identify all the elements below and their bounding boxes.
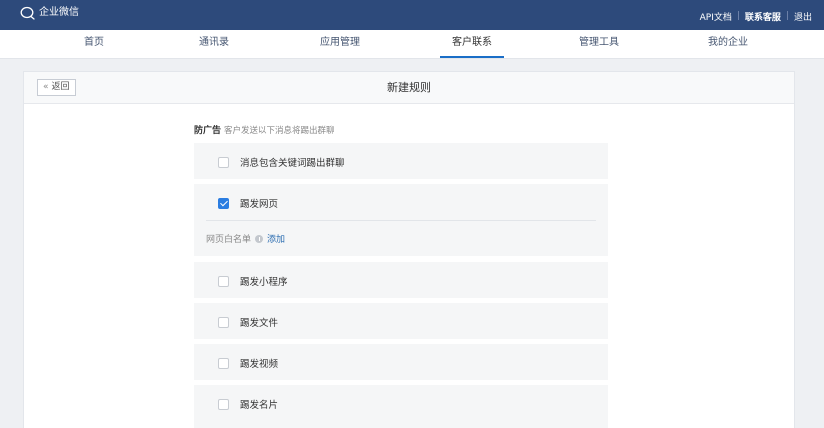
option-card-webpage: 踢发网页 网页白名单 添加 [194,184,608,256]
nav-item-my-enterprise[interactable]: 我的企业 [696,30,760,58]
option-label: 踢发名片 [240,400,279,411]
nav-item-app-management[interactable]: 应用管理 [308,30,372,58]
nav-item-management-tools[interactable]: 管理工具 [567,30,631,58]
option-webpage-kick[interactable]: 踢发网页 [218,196,278,210]
top-links: API文档 | 联系客服 | 退出 [700,10,812,23]
option-namecard-kick[interactable]: 踢发名片 [218,397,278,411]
namecard-kick-checkbox[interactable] [218,398,229,410]
miniprogram-kick-checkbox[interactable] [218,275,229,287]
main-nav: 首页 通讯录 应用管理 客户联系 管理工具 我的企业 [0,30,824,59]
option-card-file: 踢发文件 [194,303,608,339]
option-label: 踢发文件 [240,318,279,329]
option-card-miniprogram: 踢发小程序 [194,262,608,298]
keyword-kick-checkbox[interactable] [218,156,229,168]
option-label: 踢发网页 [240,199,279,210]
api-docs-link[interactable]: API文档 [700,10,732,23]
page-title: 新建规则 [387,81,431,94]
video-kick-checkbox[interactable] [218,357,229,369]
option-label: 消息包含关键词踢出群聊 [240,158,345,169]
brand-logo[interactable]: 企业微信 [20,6,79,20]
option-video-kick[interactable]: 踢发视频 [218,356,278,370]
nav-item-customer-contact[interactable]: 客户联系 [440,30,504,58]
link-separator: | [785,11,789,21]
option-miniprogram-kick[interactable]: 踢发小程序 [218,274,288,288]
link-separator: | [736,11,740,21]
option-card-keyword: 消息包含关键词踢出群聊 [194,143,608,179]
file-kick-checkbox[interactable] [218,316,229,328]
option-keyword-kick[interactable]: 消息包含关键词踢出群聊 [218,155,345,169]
option-card-video: 踢发视频 [194,344,608,380]
anti-ad-section-heading: 防广告 客户发送以下消息将踢出群聊 [194,125,335,137]
contact-support-link[interactable]: 联系客服 [745,10,781,23]
panel-header: « 返回 新建规则 [24,72,794,104]
nav-item-home[interactable]: 首页 [62,30,126,58]
brand-name: 企业微信 [39,7,79,18]
whitelist-add-link[interactable]: 添加 [267,232,285,245]
whitelist-label: 网页白名单 [206,235,252,245]
info-icon[interactable] [255,234,264,243]
section-description: 客户发送以下消息将踢出群聊 [224,126,335,136]
webpage-whitelist: 网页白名单 添加 [206,232,285,245]
logout-link[interactable]: 退出 [794,10,812,23]
nav-item-contacts[interactable]: 通讯录 [182,30,246,58]
section-title: 防广告 [194,126,222,136]
option-file-kick[interactable]: 踢发文件 [218,315,278,329]
option-label: 踢发小程序 [240,277,288,288]
wecom-logo-icon [20,6,35,20]
divider [206,220,596,221]
option-card-namecard: 踢发名片 [194,385,608,428]
top-bar: 企业微信 API文档 | 联系客服 | 退出 [0,0,824,30]
webpage-kick-checkbox[interactable] [218,197,229,209]
option-label: 踢发视频 [240,359,279,370]
